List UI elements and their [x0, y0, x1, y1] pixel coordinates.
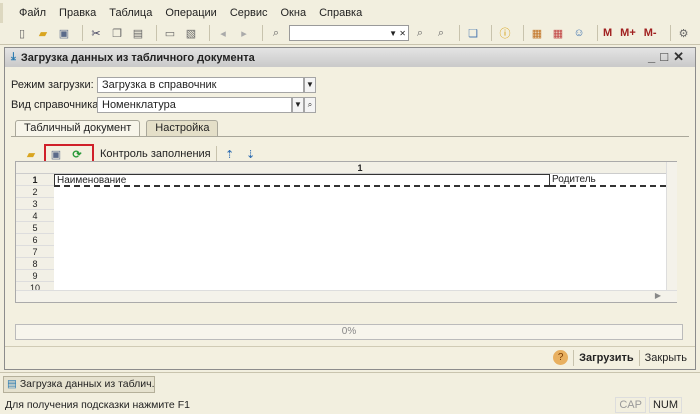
cut-icon[interactable]: ✂ [88, 25, 104, 41]
separator [638, 349, 640, 366]
find-prev-icon[interactable]: ⌕ [433, 25, 449, 41]
separator [262, 25, 263, 41]
row-header[interactable]: 4 [16, 210, 54, 222]
separator [523, 25, 524, 41]
tabs: Табличный документ Настройка [15, 120, 219, 136]
window-titlebar: ⤓ Загрузка данных из табличного документ… [5, 48, 695, 67]
main-toolbar: ▯ ▰ ▣ ✂ ❐ ▤ ▭ ▧ ◂ ▸ ⌕ ▼ ✕ ⌕ ⌕ ❏ ⓘ ▦ ▦ ☺ … [0, 22, 700, 45]
chevron-down-icon[interactable]: ▼ [304, 77, 316, 93]
row-header[interactable]: 3 [16, 198, 54, 210]
catalog-value[interactable]: Номенклатура [97, 97, 292, 113]
load-mode-label: Режим загрузки: [11, 79, 94, 91]
status-hint: Для получения подсказки нажмите F1 [5, 398, 190, 411]
num-indicator: NUM [648, 396, 682, 413]
tab-spreadsheet[interactable]: Табличный документ [15, 120, 141, 136]
separator [156, 25, 157, 41]
window-icon: ▤ [7, 378, 20, 390]
paste-icon[interactable]: ▤ [130, 25, 146, 41]
find-next-icon[interactable]: ⌕ [412, 25, 428, 41]
tab-settings[interactable]: Настройка [146, 120, 219, 136]
import-icon: ⤓ [11, 51, 16, 63]
button-bar: ? Загрузить Закрыть [5, 346, 695, 368]
settings-icon[interactable]: ⚙ [676, 25, 692, 41]
redo-icon[interactable]: ▸ [236, 25, 252, 41]
horizontal-scrollbar[interactable]: ▶ [16, 290, 677, 302]
memory-button[interactable]: M [603, 27, 612, 39]
menu-table[interactable]: Таблица [109, 7, 152, 19]
users-icon[interactable]: ☺ [571, 25, 587, 41]
open-file-icon[interactable]: ▰ [23, 146, 39, 162]
row-header[interactable]: 7 [16, 246, 54, 258]
help-button[interactable]: ? [553, 350, 569, 365]
separator [82, 25, 83, 41]
column-header-row: 1 [16, 162, 666, 174]
save-icon[interactable]: ▣ [56, 25, 72, 41]
preview-icon[interactable]: ▧ [183, 25, 199, 41]
copy-icon[interactable]: ❐ [109, 25, 125, 41]
vertical-scrollbar[interactable] [666, 162, 677, 290]
menu-operations[interactable]: Операции [165, 7, 216, 19]
menu-service[interactable]: Сервис [230, 7, 268, 19]
close-button[interactable]: Закрыть [645, 352, 687, 364]
taskbar-item-label: Загрузка данных из таблич... [19, 378, 155, 390]
info-icon[interactable]: ⓘ [497, 25, 513, 41]
row-header[interactable]: 8 [16, 258, 54, 270]
row-header[interactable]: 5 [16, 222, 54, 234]
print-icon[interactable]: ▭ [162, 25, 178, 41]
separator [209, 25, 210, 41]
move-down-icon[interactable]: ⇣ [243, 146, 259, 162]
caps-indicator: CAP [615, 396, 646, 413]
window-title: Загрузка данных из табличного документа [20, 51, 255, 64]
separator [215, 146, 217, 162]
taskbar: ▤ Загрузка данных из таблич... [0, 372, 700, 394]
separator [669, 25, 671, 41]
catalog-label: Вид справочника: [11, 99, 102, 111]
menu-edit[interactable]: Правка [59, 7, 96, 19]
cell-name[interactable]: Наименование [54, 174, 550, 187]
row-header[interactable]: 6 [16, 234, 54, 246]
load-mode-select[interactable]: Загрузка в справочник ▼ [97, 77, 316, 93]
move-up-icon[interactable]: ⇡ [222, 146, 238, 162]
undo-icon[interactable]: ◂ [215, 25, 231, 41]
separator [459, 25, 460, 41]
calendar-icon[interactable]: ▦ [550, 25, 566, 41]
taskbar-item[interactable]: ▤ Загрузка данных из таблич... [3, 376, 155, 393]
menu-help[interactable]: Справка [319, 7, 362, 19]
row-header[interactable]: 2 [16, 186, 54, 198]
catalog-select[interactable]: Номенклатура ▼ ⌕ [97, 97, 316, 113]
row-header[interactable]: 1 [16, 174, 54, 186]
separator [573, 349, 575, 366]
status-bar: Для получения подсказки нажмите F1 CAP N… [0, 395, 700, 414]
import-window: ⤓ Загрузка данных из табличного документ… [4, 47, 696, 370]
refresh-icon[interactable]: ⟳ [69, 146, 85, 162]
search-icon[interactable]: ⌕ [304, 97, 316, 113]
open-icon[interactable]: ▰ [35, 25, 51, 41]
chevron-down-icon[interactable]: ▼ ✕ [389, 29, 406, 38]
menu-bar: Файл Правка Таблица Операции Сервис Окна… [0, 3, 700, 23]
menu-windows[interactable]: Окна [281, 7, 307, 19]
column-header[interactable]: 1 [54, 162, 666, 174]
cell-parent[interactable]: Родитель [550, 174, 666, 187]
windows-icon[interactable]: ❏ [465, 25, 481, 41]
row-header[interactable]: 9 [16, 270, 54, 282]
separator [491, 25, 492, 41]
search-input[interactable]: ▼ ✕ [289, 25, 409, 41]
divider [11, 136, 689, 137]
memory-add-button[interactable]: M+ [620, 27, 636, 39]
memory-subtract-button[interactable]: M- [644, 27, 657, 39]
search-icon[interactable]: ⌕ [268, 25, 284, 41]
new-document-icon[interactable]: ▯ [14, 25, 30, 41]
chevron-down-icon[interactable]: ▼ [292, 97, 304, 113]
progress-bar: 0% [15, 324, 683, 340]
save-icon[interactable]: ▣ [48, 146, 64, 162]
load-button[interactable]: Загрузить [579, 352, 634, 364]
separator [597, 25, 598, 41]
spreadsheet-grid[interactable]: 1 1 2 3 4 5 6 7 8 9 10 Наименование Родитель ▶ [15, 161, 677, 303]
progress-label: 0% [341, 326, 357, 337]
fill-control-button[interactable]: Контроль заполнения [100, 148, 211, 160]
load-mode-value[interactable]: Загрузка в справочник [97, 77, 304, 93]
menu-file[interactable]: Файл [19, 7, 46, 19]
window-controls[interactable]: _□✕ [648, 49, 689, 65]
calculator-icon[interactable]: ▦ [529, 25, 545, 41]
